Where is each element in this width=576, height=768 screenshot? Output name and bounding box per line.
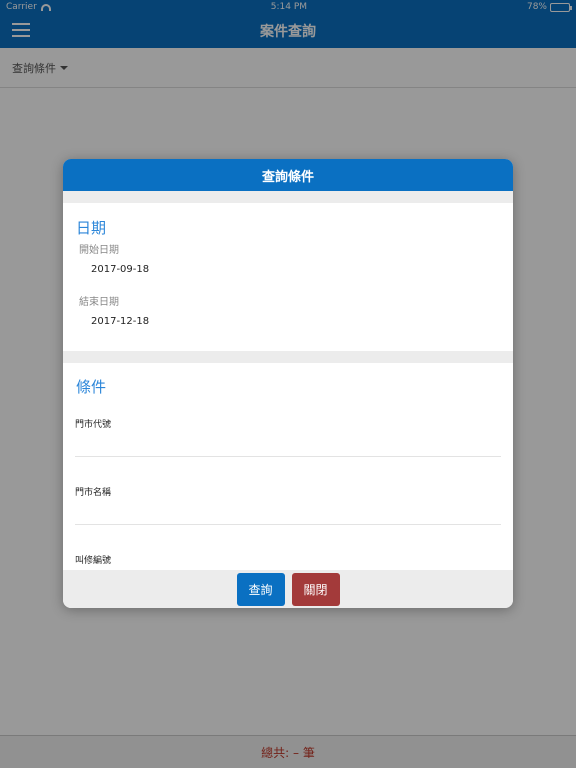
- query-dialog: 查詢條件 日期 開始日期 2017-09-18 結束日期 2017-12-18 …: [63, 159, 513, 608]
- end-date-field[interactable]: 2017-12-18: [91, 316, 149, 327]
- dialog-footer: 查詢 關閉: [63, 570, 513, 608]
- dialog-body[interactable]: 日期 開始日期 2017-09-18 結束日期 2017-12-18 條件 門市…: [63, 191, 513, 570]
- condition-section-title: 條件: [76, 378, 107, 396]
- date-section-title: 日期: [76, 219, 107, 237]
- dialog-title: 查詢條件: [261, 169, 314, 185]
- start-date-field[interactable]: 2017-09-18: [91, 264, 149, 275]
- end-date-label: 結束日期: [79, 297, 119, 308]
- date-section: 日期 開始日期 2017-09-18 結束日期 2017-12-18: [63, 203, 513, 351]
- query-button[interactable]: 查詢: [236, 572, 285, 606]
- condition-section: 條件 門市代號 門市名稱 叫修編號: [63, 363, 513, 570]
- store-name-input[interactable]: [75, 524, 501, 525]
- store-code-input[interactable]: [75, 456, 501, 457]
- repair-no-label: 叫修編號: [75, 556, 112, 566]
- dialog-header: 查詢條件: [63, 159, 513, 191]
- close-button[interactable]: 關閉: [291, 572, 340, 606]
- start-date-label: 開始日期: [79, 245, 119, 256]
- store-code-label: 門市代號: [75, 420, 112, 430]
- store-name-label: 門市名稱: [75, 488, 112, 498]
